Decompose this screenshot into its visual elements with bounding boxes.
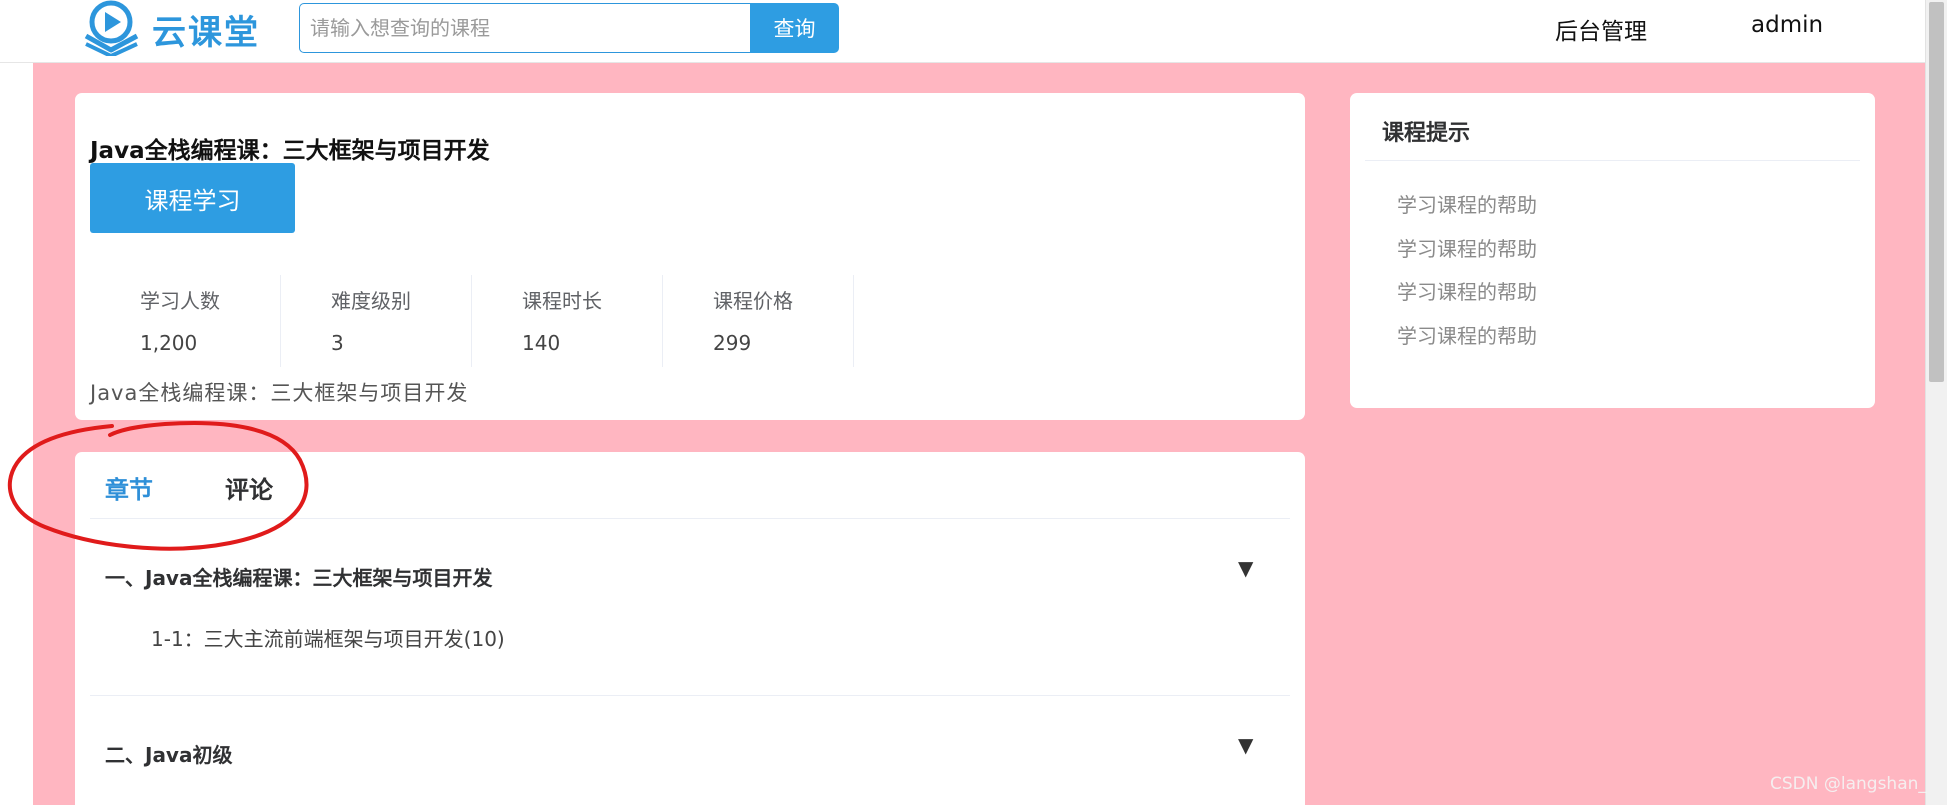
- stat-learners: 学习人数 1,200: [90, 275, 281, 367]
- course-search-input[interactable]: [299, 3, 750, 53]
- tips-title: 课程提示: [1382, 121, 1471, 146]
- tips-list: 学习课程的帮助 学习课程的帮助 学习课程的帮助 学习课程的帮助: [1397, 189, 1537, 363]
- divider: [90, 518, 1290, 519]
- chapter-title[interactable]: 二、Java初级: [105, 739, 232, 768]
- scrollbar-thumb[interactable]: [1929, 2, 1944, 382]
- stat-price: 课程价格 299: [663, 275, 854, 367]
- course-title: Java全栈编程课：三大框架与项目开发: [90, 138, 490, 164]
- chapter-panel: 章节 评论 一、Java全栈编程课：三大框架与项目开发 ▼ 1-1：三大主流前端…: [75, 452, 1305, 812]
- search-button[interactable]: 查询: [750, 3, 839, 53]
- vertical-scrollbar[interactable]: [1925, 0, 1947, 805]
- tab-comments[interactable]: 评论: [225, 470, 273, 505]
- stat-difficulty: 难度级别 3: [281, 275, 472, 367]
- tip-link[interactable]: 学习课程的帮助: [1397, 276, 1537, 320]
- course-study-button[interactable]: 课程学习: [90, 163, 295, 233]
- course-tips-card: 课程提示 学习课程的帮助 学习课程的帮助 学习课程的帮助 学习课程的帮助: [1350, 93, 1875, 408]
- watermark: CSDN @langshan_: [1770, 774, 1927, 794]
- chapter-title[interactable]: 一、Java全栈编程课：三大框架与项目开发: [105, 562, 492, 591]
- stat-value: 140: [522, 331, 561, 355]
- tab-chapters[interactable]: 章节: [105, 470, 153, 505]
- stat-duration: 课程时长 140: [472, 275, 663, 367]
- site-logo[interactable]: 云课堂: [80, 0, 270, 58]
- lesson-item[interactable]: 1-1：三大主流前端框架与项目开发(10): [151, 623, 505, 652]
- stat-label: 难度级别: [331, 289, 411, 313]
- stat-label: 学习人数: [140, 289, 220, 313]
- course-description: Java全栈编程课：三大框架与项目开发: [90, 381, 469, 405]
- search-bar: 查询: [299, 3, 839, 53]
- tip-link[interactable]: 学习课程的帮助: [1397, 320, 1537, 364]
- stat-value: 299: [713, 331, 752, 355]
- top-header: 云课堂 查询 后台管理 admin: [0, 0, 1925, 63]
- course-info-card: Java全栈编程课：三大框架与项目开发 课程学习 学习人数 1,200 难度级别…: [75, 93, 1305, 420]
- tip-link[interactable]: 学习课程的帮助: [1397, 233, 1537, 277]
- divider: [1365, 160, 1860, 161]
- tip-link[interactable]: 学习课程的帮助: [1397, 189, 1537, 233]
- stat-label: 课程价格: [713, 289, 793, 313]
- divider: [90, 695, 1290, 696]
- play-book-logo-icon: [84, 0, 139, 56]
- stat-value: 3: [331, 331, 344, 355]
- chevron-down-icon[interactable]: ▼: [1238, 556, 1253, 580]
- stat-label: 课程时长: [522, 289, 602, 313]
- nav-admin-manage[interactable]: 后台管理: [1555, 12, 1647, 46]
- stat-value: 1,200: [140, 331, 198, 355]
- brand-name: 云课堂: [152, 13, 260, 53]
- nav-user-admin[interactable]: admin: [1751, 12, 1823, 38]
- chevron-down-icon[interactable]: ▼: [1238, 733, 1253, 757]
